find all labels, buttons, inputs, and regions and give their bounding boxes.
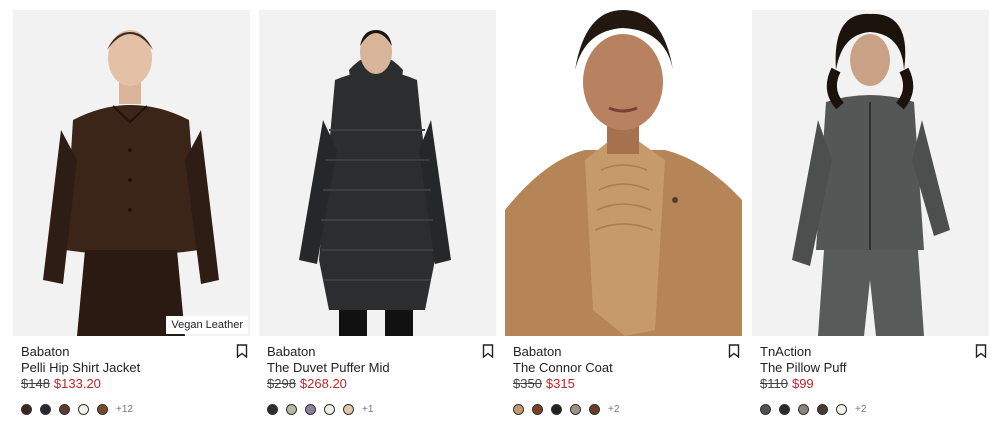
sale-price: $99	[791, 376, 814, 391]
sale-price: $315	[545, 376, 575, 391]
product-image[interactable]: Vegan Leather	[13, 10, 250, 336]
product-card[interactable]: TnAction The Pillow Puff $110 $99 +2	[752, 10, 989, 430]
bookmark-icon[interactable]	[236, 344, 248, 358]
bookmark-icon[interactable]	[482, 344, 494, 358]
original-price: $110	[760, 376, 788, 391]
color-swatch[interactable]	[40, 404, 51, 415]
product-brand: Babaton	[21, 344, 70, 359]
original-price: $298	[267, 376, 296, 391]
more-colors-count[interactable]: +12	[116, 404, 133, 415]
product-card[interactable]: Vegan Leather Babaton Pelli Hip Shirt Ja…	[13, 10, 250, 430]
color-swatch[interactable]	[532, 404, 543, 415]
color-swatch[interactable]	[21, 404, 32, 415]
product-price: $110 $99	[760, 376, 814, 391]
more-colors-count[interactable]: +2	[855, 404, 866, 415]
color-swatch[interactable]	[817, 404, 828, 415]
color-swatch[interactable]	[343, 404, 354, 415]
sale-price: $133.20	[53, 376, 101, 391]
color-swatch[interactable]	[78, 404, 89, 415]
bookmark-icon[interactable]	[728, 344, 740, 358]
product-brand: TnAction	[760, 344, 812, 359]
color-swatch[interactable]	[589, 404, 600, 415]
color-swatch[interactable]	[305, 404, 316, 415]
color-swatch[interactable]	[798, 404, 809, 415]
product-price: $350 $315	[513, 376, 575, 391]
color-swatch[interactable]	[551, 404, 562, 415]
product-name[interactable]: The Pillow Puff	[760, 360, 846, 375]
color-swatch[interactable]	[267, 404, 278, 415]
product-grid: Vegan Leather Babaton Pelli Hip Shirt Ja…	[13, 10, 991, 430]
more-colors-count[interactable]: +2	[608, 404, 619, 415]
bookmark-icon[interactable]	[975, 344, 987, 358]
color-swatch[interactable]	[97, 404, 108, 415]
color-swatches: +1	[267, 404, 373, 415]
color-swatch[interactable]	[59, 404, 70, 415]
color-swatch[interactable]	[324, 404, 335, 415]
color-swatches: +2	[760, 404, 866, 415]
color-swatch[interactable]	[836, 404, 847, 415]
product-card[interactable]: Babaton The Duvet Puffer Mid $298 $268.20…	[259, 10, 496, 430]
color-swatches: +12	[21, 404, 133, 415]
sale-price: $268.20	[299, 376, 347, 391]
color-swatch[interactable]	[286, 404, 297, 415]
color-swatch[interactable]	[513, 404, 524, 415]
product-name[interactable]: The Duvet Puffer Mid	[267, 360, 390, 375]
product-brand: Babaton	[513, 344, 562, 359]
original-price: $350	[513, 376, 542, 391]
product-name[interactable]: The Connor Coat	[513, 360, 613, 375]
product-card[interactable]: Babaton The Connor Coat $350 $315 +2	[505, 10, 742, 430]
color-swatch[interactable]	[570, 404, 581, 415]
product-badge: Vegan Leather	[166, 316, 248, 334]
product-price: $148 $133.20	[21, 376, 101, 391]
color-swatch[interactable]	[760, 404, 771, 415]
product-image[interactable]	[505, 10, 742, 336]
product-name[interactable]: Pelli Hip Shirt Jacket	[21, 360, 140, 375]
product-image[interactable]	[259, 10, 496, 336]
original-price: $148	[21, 376, 50, 391]
more-colors-count[interactable]: +1	[362, 404, 373, 415]
product-image[interactable]	[752, 10, 989, 336]
color-swatches: +2	[513, 404, 619, 415]
color-swatch[interactable]	[779, 404, 790, 415]
product-price: $298 $268.20	[267, 376, 347, 391]
product-brand: Babaton	[267, 344, 316, 359]
